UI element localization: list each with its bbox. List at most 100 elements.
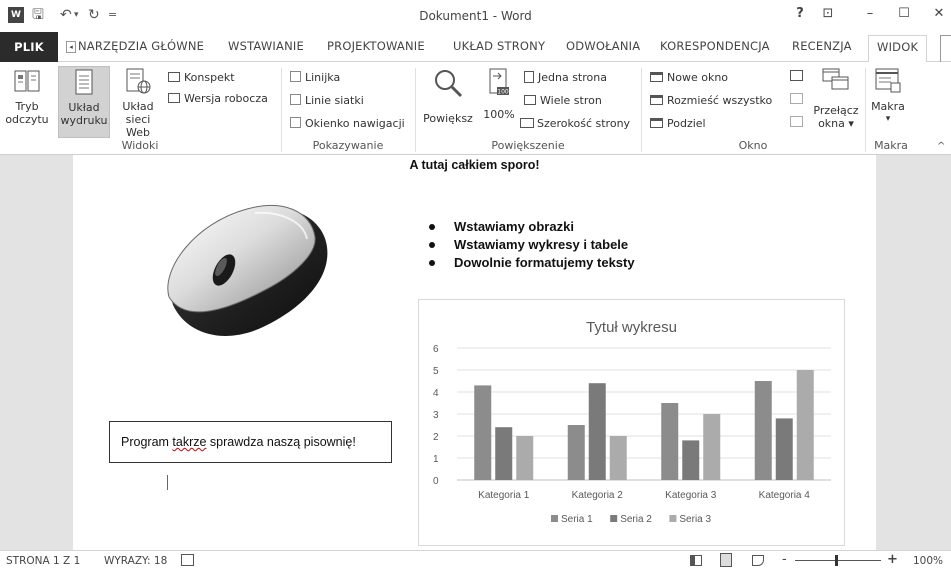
- web-layout-label-1: Układ: [122, 100, 154, 113]
- outline-button[interactable]: Konspekt: [168, 71, 235, 85]
- switch-windows-button[interactable]: Przełącz okna ▾: [810, 66, 862, 136]
- read-mode-view-icon[interactable]: [690, 555, 702, 566]
- macros-button[interactable]: Makra ▾: [868, 66, 908, 136]
- document-heading: A tutaj całkiem sporo!: [409, 158, 540, 172]
- y-tick-label: 4: [433, 388, 439, 399]
- bullet-icon: [429, 260, 435, 266]
- list-item: Wstawiamy obrazki: [429, 219, 635, 237]
- view-side-by-side-icon[interactable]: [790, 70, 803, 81]
- read-mode-label-2: odczytu: [5, 113, 49, 126]
- one-page-button[interactable]: Jedna strona: [524, 71, 607, 85]
- read-mode-button[interactable]: Tryb odczytu: [2, 66, 52, 136]
- page-width-label: Szerokość strony: [537, 117, 631, 130]
- help-button[interactable]: ?: [789, 6, 811, 22]
- tab-review[interactable]: RECENZJA: [792, 39, 852, 53]
- word-count[interactable]: WYRAZY: 18: [104, 555, 167, 567]
- new-window-button[interactable]: Nowe okno: [650, 71, 728, 85]
- legend-swatch: [610, 515, 618, 522]
- y-tick-label: 0: [433, 476, 439, 487]
- x-tick-label: Kategoria 4: [759, 490, 811, 501]
- collapse-ribbon-icon[interactable]: ^: [937, 141, 945, 152]
- ruler-checkbox[interactable]: Linijka: [290, 71, 340, 85]
- maximize-button[interactable]: ☐: [893, 6, 915, 22]
- split-label: Podziel: [667, 117, 706, 130]
- zoom-out-button[interactable]: -: [782, 552, 787, 567]
- chart-title: Tytuł wykresu: [586, 319, 677, 336]
- page-count[interactable]: STRONA 1 Z 1: [6, 555, 80, 567]
- print-layout-view-icon[interactable]: [720, 553, 732, 567]
- tab-overflow: [940, 35, 951, 63]
- chart[interactable]: Tytuł wykresu 0 1 2 3 4 5 6 Kategoria 1 Kategoria…: [418, 299, 845, 546]
- text-box[interactable]: Program takrze sprawdza naszą pisownię!: [109, 421, 392, 463]
- web-layout-view-icon[interactable]: [752, 555, 764, 566]
- gridlines-checkbox[interactable]: Linie siatki: [290, 94, 364, 108]
- list-item-text: Dowolnie formatujemy teksty: [454, 255, 635, 270]
- legend-label: Seria 1: [561, 514, 593, 525]
- list-item-text: Wstawiamy wykresy i tabele: [454, 237, 629, 252]
- ruler-checkbox-box[interactable]: [290, 71, 301, 82]
- ruler-label: Linijka: [305, 71, 341, 84]
- document-page[interactable]: A tutaj całkiem sporo! Wstawiamy obrazki…: [73, 155, 876, 550]
- tab-layout[interactable]: UKŁAD STRONY: [453, 39, 545, 53]
- zoom-slider-thumb[interactable]: [835, 555, 838, 566]
- web-layout-icon: [126, 68, 151, 94]
- bar: [661, 403, 679, 480]
- ribbon-display-options-button[interactable]: ⊡: [817, 6, 839, 22]
- x-tick-label: Kategoria 1: [478, 490, 530, 501]
- text-box-after: sprawdza naszą pisownię!: [206, 435, 356, 449]
- bar: [609, 436, 627, 480]
- zoom-in-button[interactable]: +: [887, 552, 898, 567]
- split-button[interactable]: Podziel: [650, 117, 706, 131]
- ribbon-tabs: PLIK ◂ NARZĘDZIA GŁÓWNE WSTAWIANIE PROJE…: [0, 32, 951, 63]
- computer-mouse-image[interactable]: [155, 195, 335, 345]
- draft-icon: [168, 93, 180, 103]
- multiple-pages-button[interactable]: Wiele stron: [524, 94, 602, 108]
- reset-window-position-icon[interactable]: [790, 116, 803, 127]
- arrange-all-label: Rozmieść wszystko: [667, 94, 773, 107]
- arrange-all-icon: [650, 95, 663, 105]
- print-layout-button[interactable]: Układ wydruku: [58, 66, 110, 138]
- y-tick-label: 5: [433, 366, 439, 377]
- misspelled-word[interactable]: takrze: [172, 435, 206, 449]
- y-tick-label: 1: [433, 454, 439, 465]
- web-layout-button[interactable]: Układ sieci Web: [112, 66, 164, 139]
- minimize-button[interactable]: –: [859, 6, 881, 22]
- new-window-icon: [650, 72, 663, 82]
- group-label-zoom: Powiększenie: [491, 139, 565, 152]
- gridlines-checkbox-box[interactable]: [290, 94, 301, 105]
- text-box-before: Program: [121, 435, 173, 449]
- tab-home[interactable]: NARZĘDZIA GŁÓWNE: [78, 39, 204, 53]
- page-width-button[interactable]: Szerokość strony: [520, 117, 630, 131]
- zoom-level[interactable]: 100%: [913, 555, 943, 567]
- legend-label: Seria 2: [620, 514, 652, 525]
- tab-scroll-left-icon[interactable]: ◂: [66, 41, 76, 53]
- tab-references[interactable]: ODWOŁANIA: [566, 39, 640, 53]
- document-area[interactable]: A tutaj całkiem sporo! Wstawiamy obrazki…: [0, 155, 951, 550]
- word-window: W 🖫 ↶ ▾ ↻ = Dokument1 - Word ? ⊡ – ☐ ✕ P…: [0, 0, 951, 570]
- sync-scrolling-icon[interactable]: [790, 93, 803, 104]
- bar: [516, 436, 534, 480]
- zoom-button[interactable]: Powiększ: [420, 66, 476, 136]
- bullet-icon: [429, 224, 435, 230]
- group-label-show: Pokazywanie: [312, 139, 384, 152]
- nav-pane-checkbox[interactable]: Okienko nawigacji: [290, 117, 405, 131]
- chart-svg: Tytuł wykresu 0 1 2 3 4 5 6 Kategoria 1 Kategoria…: [433, 319, 831, 525]
- arrange-all-button[interactable]: Rozmieść wszystko: [650, 94, 772, 108]
- zoom-100-button[interactable]: 100 100%: [478, 66, 520, 136]
- close-button[interactable]: ✕: [928, 6, 950, 22]
- multiple-pages-icon: [524, 95, 536, 105]
- tab-view[interactable]: WIDOK: [868, 35, 928, 63]
- proofing-icon[interactable]: [181, 554, 194, 566]
- draft-button[interactable]: Wersja robocza: [168, 92, 268, 106]
- page-width-icon: [520, 118, 534, 128]
- tab-mailings[interactable]: KORESPONDENCJA: [660, 39, 770, 53]
- nav-pane-checkbox-box[interactable]: [290, 117, 301, 128]
- zoom-slider-track[interactable]: [795, 560, 881, 561]
- read-mode-icon: [14, 70, 40, 92]
- bar: [754, 381, 772, 480]
- group-label-views: Widoki: [121, 139, 159, 152]
- print-layout-icon: [75, 69, 93, 95]
- tab-insert[interactable]: WSTAWIANIE: [228, 39, 304, 53]
- tab-design[interactable]: PROJEKTOWANIE: [327, 39, 425, 53]
- tab-file[interactable]: PLIK: [0, 32, 58, 62]
